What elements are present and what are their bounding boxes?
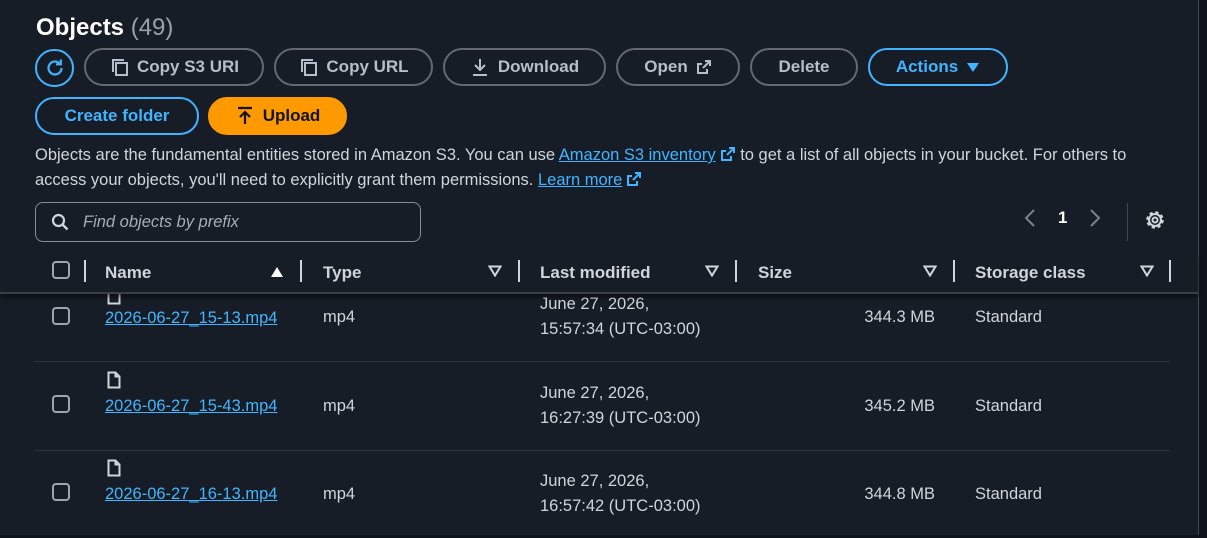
select-all-checkbox[interactable] bbox=[52, 261, 70, 279]
column-divider bbox=[735, 260, 737, 282]
upload-icon bbox=[237, 106, 252, 124]
object-count: (49) bbox=[130, 14, 174, 41]
column-header-storage-class[interactable]: Storage class bbox=[975, 263, 1086, 283]
description-text-1: Objects are the fundamental entities sto… bbox=[35, 146, 559, 164]
object-storage-class: Standard bbox=[975, 397, 1042, 415]
object-size: 344.3 MB bbox=[864, 308, 935, 326]
date-line: June 27, 2026, bbox=[540, 384, 650, 402]
upload-button[interactable]: Upload bbox=[208, 97, 347, 135]
sort-icon[interactable] bbox=[1140, 265, 1154, 277]
copy-s3-uri-button[interactable]: Copy S3 URI bbox=[84, 48, 264, 86]
external-link-icon bbox=[627, 172, 642, 186]
pagination: 1 bbox=[1024, 208, 1101, 228]
column-divider bbox=[518, 260, 520, 282]
search-icon bbox=[51, 213, 69, 231]
object-type: mp4 bbox=[323, 397, 356, 415]
column-divider bbox=[1169, 260, 1171, 282]
object-size: 344.8 MB bbox=[864, 485, 935, 503]
delete-label: Delete bbox=[778, 57, 830, 76]
object-name-link[interactable]: 2026-06-27_15-13.mp4 bbox=[105, 306, 285, 331]
object-type: mp4 bbox=[323, 308, 356, 326]
open-label: Open bbox=[644, 57, 688, 76]
object-last-modified: June 27, 2026, 16:57:42 (UTC-03:00) bbox=[540, 469, 740, 519]
objects-description: Objects are the fundamental entities sto… bbox=[35, 143, 1165, 193]
date-line: June 27, 2026, bbox=[540, 295, 650, 313]
date-line: June 27, 2026, bbox=[540, 472, 650, 490]
copy-s3-uri-label: Copy S3 URI bbox=[136, 57, 240, 76]
column-divider bbox=[300, 260, 302, 282]
table-header: Name Type Last modified Size Storage cla… bbox=[0, 254, 1198, 294]
time-line: 16:57:42 (UTC-03:00) bbox=[540, 497, 701, 515]
create-folder-label: Create folder bbox=[64, 106, 170, 125]
actions-dropdown[interactable]: Actions bbox=[868, 48, 1008, 86]
chevron-right-icon[interactable] bbox=[1089, 208, 1101, 228]
title-text: Objects bbox=[36, 14, 125, 41]
row-checkbox[interactable] bbox=[52, 395, 70, 413]
column-divider bbox=[84, 260, 86, 282]
caret-down-icon bbox=[967, 63, 980, 72]
row-checkbox[interactable] bbox=[52, 483, 70, 501]
object-size: 345.2 MB bbox=[864, 397, 935, 415]
current-page[interactable]: 1 bbox=[1058, 208, 1067, 228]
download-label: Download bbox=[497, 57, 580, 76]
copy-icon bbox=[111, 59, 128, 76]
time-line: 16:27:39 (UTC-03:00) bbox=[540, 409, 701, 427]
open-button[interactable]: Open bbox=[616, 48, 740, 86]
copy-url-label: Copy URL bbox=[326, 57, 409, 76]
pagination-divider bbox=[1127, 203, 1128, 241]
file-icon bbox=[107, 459, 121, 477]
copy-url-button[interactable]: Copy URL bbox=[274, 48, 433, 86]
time-line: 15:57:34 (UTC-03:00) bbox=[540, 320, 701, 338]
external-link-icon bbox=[696, 60, 711, 74]
learn-more-link[interactable]: Learn more bbox=[538, 171, 622, 189]
sort-icon[interactable] bbox=[923, 265, 937, 277]
external-link-icon bbox=[720, 147, 735, 161]
chevron-left-icon[interactable] bbox=[1024, 208, 1036, 228]
search-input[interactable] bbox=[81, 211, 405, 233]
row-checkbox[interactable] bbox=[52, 307, 70, 325]
objects-panel: Objects (49) Copy S3 URI Copy URL Downlo… bbox=[0, 0, 1199, 535]
object-last-modified: June 27, 2026, 16:27:39 (UTC-03:00) bbox=[540, 381, 740, 431]
column-header-last-modified[interactable]: Last modified bbox=[540, 263, 651, 283]
column-header-type[interactable]: Type bbox=[323, 263, 361, 283]
table-row: 2026-06-27_16-13.mp4 mp4 June 27, 2026, … bbox=[35, 450, 1170, 538]
object-name-link[interactable]: 2026-06-27_16-13.mp4 bbox=[105, 482, 285, 507]
object-last-modified: June 27, 2026, 15:57:34 (UTC-03:00) bbox=[540, 292, 740, 342]
create-folder-button[interactable]: Create folder bbox=[35, 97, 199, 135]
settings-icon[interactable] bbox=[1143, 208, 1167, 232]
refresh-icon bbox=[46, 59, 63, 76]
actions-label: Actions bbox=[895, 57, 959, 76]
page-scrollbar[interactable] bbox=[1199, 0, 1207, 535]
refresh-button[interactable] bbox=[35, 49, 74, 87]
sort-icon[interactable] bbox=[705, 265, 719, 277]
delete-button[interactable]: Delete bbox=[750, 48, 858, 86]
sort-icon[interactable] bbox=[488, 265, 502, 277]
file-icon bbox=[107, 371, 121, 389]
column-header-name[interactable]: Name bbox=[105, 263, 151, 283]
column-divider bbox=[953, 260, 955, 282]
upload-label: Upload bbox=[262, 106, 321, 125]
download-button[interactable]: Download bbox=[443, 48, 606, 86]
s3-inventory-link[interactable]: Amazon S3 inventory bbox=[559, 146, 716, 164]
column-header-size[interactable]: Size bbox=[758, 263, 792, 283]
copy-icon bbox=[301, 59, 318, 76]
table-row: 2026-06-27_15-43.mp4 mp4 June 27, 2026, … bbox=[35, 362, 1170, 451]
object-name-link[interactable]: 2026-06-27_15-43.mp4 bbox=[105, 394, 285, 419]
object-type: mp4 bbox=[323, 485, 356, 503]
search-box bbox=[35, 202, 421, 242]
page-title: Objects (49) bbox=[36, 14, 173, 42]
object-storage-class: Standard bbox=[975, 485, 1042, 503]
object-storage-class: Standard bbox=[975, 308, 1042, 326]
sort-ascending-icon[interactable] bbox=[270, 266, 284, 278]
download-icon bbox=[472, 59, 487, 76]
